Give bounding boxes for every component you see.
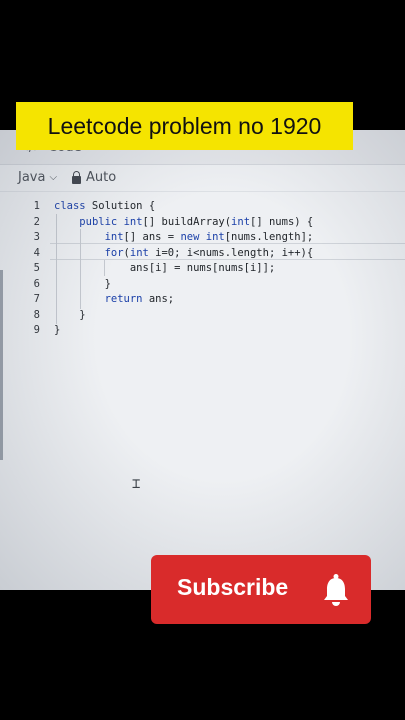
keyword-token: public [79, 215, 118, 228]
code-text: for(int i=0; i<nums.length; i++){ [104, 246, 314, 259]
code-text: class Solution { [54, 200, 156, 212]
code-line: 3 int[] ans = new int[nums.length]; [0, 231, 405, 247]
keyword-token: new [180, 231, 200, 243]
keyword-token: for [104, 246, 124, 259]
scrollbar[interactable] [0, 270, 3, 460]
line-number: 2 [33, 215, 40, 228]
line-number: 4 [33, 246, 40, 259]
code-editor[interactable]: 1 class Solution { 2 public int[] buildA… [0, 196, 405, 590]
line-number: 6 [33, 277, 40, 290]
language-select[interactable]: Java ⌵ [18, 170, 57, 185]
keyword-token: int [123, 215, 143, 228]
code-text: } [54, 277, 111, 290]
code-text: } [54, 324, 61, 336]
subscribe-button[interactable]: Subscribe [151, 555, 371, 624]
code-line: 8 } [0, 309, 405, 325]
code-line: 7 return ans; [0, 293, 405, 309]
editor-screen: </> Code Java ⌵ Auto 1 class Solution { … [0, 130, 405, 590]
code-text: return ans; [104, 293, 175, 305]
code-text: int[] ans = new int[nums.length]; [104, 231, 314, 243]
line-number: 5 [33, 262, 40, 274]
title-banner: Leetcode problem no 1920 [16, 102, 353, 150]
line-number: 9 [33, 324, 40, 336]
code-text: } [54, 308, 86, 321]
line-number: 7 [33, 293, 40, 305]
code-line: 1 class Solution { [0, 200, 405, 216]
code-line: 9 } [0, 324, 405, 340]
keyword-token: int [231, 215, 251, 228]
line-number: 1 [33, 200, 40, 212]
code-line: 2 public int[] buildArray(int[] nums) { [0, 216, 405, 232]
keyword-token: int [205, 231, 225, 243]
chevron-down-icon: ⌵ [49, 172, 58, 183]
keyword-token: int [104, 231, 124, 243]
code-line: 4 for(int i=0; i<nums.length; i++){ [0, 247, 405, 263]
lock-icon [72, 170, 81, 184]
code-text: ans[i] = nums[nums[i]]; [54, 262, 276, 274]
subscribe-label: Subscribe [177, 574, 289, 600]
text-cursor-icon: ⌶ [132, 476, 141, 492]
language-label: Java [18, 170, 46, 185]
auto-mode-toggle[interactable]: Auto [72, 170, 116, 185]
line-number: 3 [33, 231, 40, 243]
auto-mode-label: Auto [86, 170, 117, 185]
code-line: 6 } [0, 278, 405, 294]
code-line: 5 ans[i] = nums[nums[i]]; [0, 262, 405, 278]
line-number: 8 [33, 308, 40, 321]
editor-toolbar: Java ⌵ Auto [0, 165, 405, 192]
keyword-token: class [54, 200, 86, 212]
bell-icon [324, 574, 348, 606]
keyword-token: int [129, 246, 149, 259]
keyword-token: return [104, 293, 143, 305]
video-title: Leetcode problem no 1920 [47, 112, 322, 139]
code-text: public int[] buildArray(int[] nums) { [79, 215, 314, 228]
